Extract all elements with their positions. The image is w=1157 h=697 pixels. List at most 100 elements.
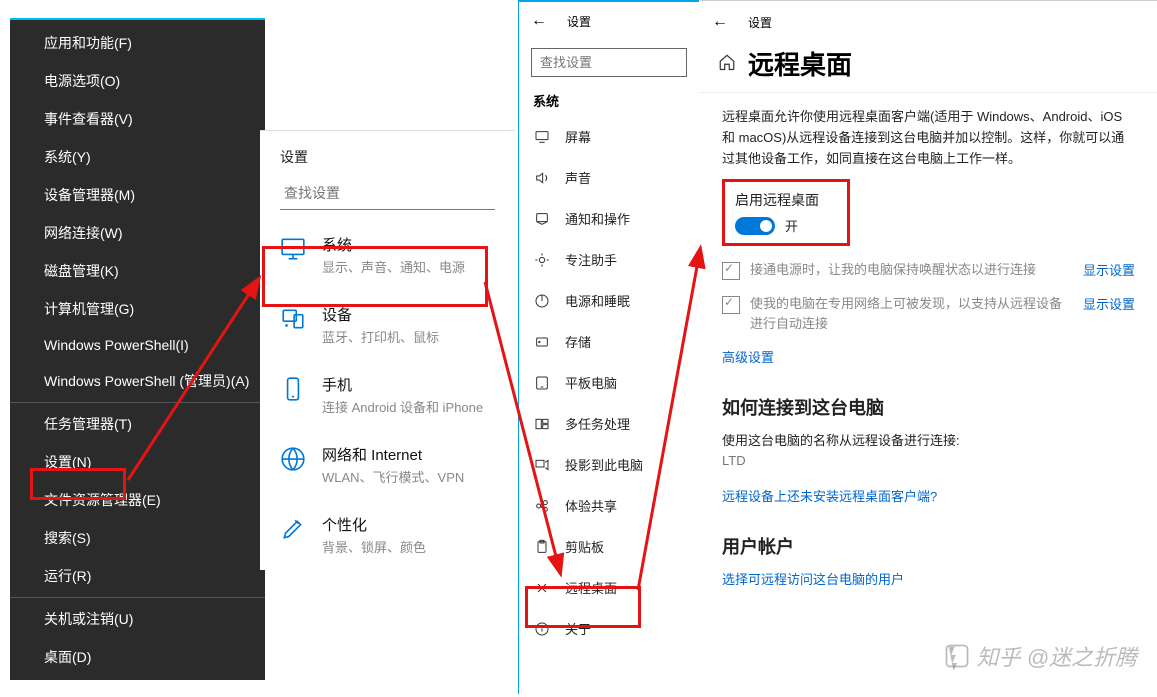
cm-search[interactable]: 搜索(S) <box>10 519 265 557</box>
cm-desktop[interactable]: 桌面(D) <box>10 638 265 676</box>
checkbox-discoverable[interactable] <box>722 296 740 314</box>
sidebar-item-power[interactable]: 电源和睡眠 <box>519 280 699 321</box>
cm-separator-2 <box>10 597 265 598</box>
rd-show-settings-link-2[interactable]: 显示设置 <box>1083 294 1135 313</box>
cm-run[interactable]: 运行(R) <box>10 557 265 595</box>
focus-icon <box>533 251 551 269</box>
back-button[interactable]: ← <box>531 12 547 30</box>
multitask-icon <box>533 415 551 433</box>
rd-how-connect-title: 如何连接到这台电脑 <box>722 394 1135 420</box>
rd-enable-toggle[interactable]: 开 <box>735 216 819 235</box>
sidebar-item-label: 电源和睡眠 <box>565 291 630 310</box>
sidebar-item-label: 多任务处理 <box>565 414 630 433</box>
rd-advanced-link[interactable]: 高级设置 <box>722 347 774 366</box>
cm-shutdown[interactable]: 关机或注销(U) <box>10 600 265 638</box>
sidebar-item-tablet[interactable]: 平板电脑 <box>519 362 699 403</box>
cm-system[interactable]: 系统(Y) <box>10 138 265 176</box>
sidebar-item-clipboard[interactable]: 剪贴板 <box>519 526 699 567</box>
cm-powershell-admin[interactable]: Windows PowerShell (管理员)(A) <box>10 362 265 400</box>
sidebar-item-remote[interactable]: 远程桌面 <box>519 567 699 608</box>
cm-network-connections[interactable]: 网络连接(W) <box>10 214 265 252</box>
sidebar-item-label: 剪贴板 <box>565 537 604 556</box>
winx-context-menu: 应用和功能(F) 电源选项(O) 事件查看器(V) 系统(Y) 设备管理器(M)… <box>10 18 265 680</box>
sidebar-item-project[interactable]: 投影到此电脑 <box>519 444 699 485</box>
phone-icon <box>280 376 306 402</box>
category-personalization-title: 个性化 <box>322 514 426 535</box>
notify-icon <box>533 210 551 228</box>
tablet-icon <box>533 374 551 392</box>
category-system[interactable]: 系统 显示、声音、通知、电源 <box>260 220 515 290</box>
category-phone[interactable]: 手机 连接 Android 设备和 iPhone <box>260 360 515 430</box>
cm-disk-management[interactable]: 磁盘管理(K) <box>10 252 265 290</box>
rd-discoverable-row: 使我的电脑在专用网络上可被发现，以支持从远程设备进行自动连接 显示设置 <box>722 294 1135 333</box>
sidebar-item-label: 通知和操作 <box>565 209 630 228</box>
rd-body: 远程桌面允许你使用远程桌面客户端(适用于 Windows、Android、iOS… <box>700 93 1157 602</box>
cm-powershell[interactable]: Windows PowerShell(I) <box>10 328 265 362</box>
sidebar-item-multitask[interactable]: 多任务处理 <box>519 403 699 444</box>
checkbox-keep-awake[interactable] <box>722 262 740 280</box>
settings-search-wrap <box>280 177 495 210</box>
category-system-subtitle: 显示、声音、通知、电源 <box>322 257 465 276</box>
category-devices-subtitle: 蓝牙、打印机、鼠标 <box>322 327 439 346</box>
category-devices-title: 设备 <box>322 304 439 325</box>
globe-icon <box>280 446 306 472</box>
sidebar-item-label: 投影到此电脑 <box>565 455 643 474</box>
rd-pc-name: LTD <box>722 453 1135 468</box>
sidebar-item-display[interactable]: 屏幕 <box>519 116 699 157</box>
category-devices[interactable]: 设备 蓝牙、打印机、鼠标 <box>260 290 515 360</box>
cm-apps-features[interactable]: 应用和功能(F) <box>10 24 265 62</box>
category-phone-subtitle: 连接 Android 设备和 iPhone <box>322 397 483 416</box>
rd-user-account-title: 用户帐户 <box>722 533 1135 559</box>
sidebar-item-storage[interactable]: 存储 <box>519 321 699 362</box>
storage-icon <box>533 333 551 351</box>
system-search-input[interactable] <box>531 48 687 77</box>
watermark-text: 知乎 @迷之折腾 <box>977 640 1137 672</box>
settings-home-title: 设置 <box>280 147 515 167</box>
sidebar-item-label: 存储 <box>565 332 591 351</box>
cm-device-manager[interactable]: 设备管理器(M) <box>10 176 265 214</box>
rd-user-account-link[interactable]: 选择可远程访问这台电脑的用户 <box>722 569 904 588</box>
rd-toggle-state: 开 <box>785 216 798 235</box>
system-sidebar-panel: ← 设置 系统 屏幕声音通知和操作专注助手电源和睡眠存储平板电脑多任务处理投影到… <box>518 0 699 694</box>
category-personalization[interactable]: 个性化 背景、锁屏、颜色 <box>260 500 515 570</box>
cm-event-viewer[interactable]: 事件查看器(V) <box>10 100 265 138</box>
sidebar-item-label: 平板电脑 <box>565 373 617 392</box>
toggle-switch-icon <box>735 217 775 235</box>
cm-separator <box>10 402 265 403</box>
cm-computer-management[interactable]: 计算机管理(G) <box>10 290 265 328</box>
monitor-icon <box>280 236 306 262</box>
rd-description: 远程桌面允许你使用远程桌面客户端(适用于 Windows、Android、iOS… <box>722 107 1135 169</box>
rd-show-settings-link-1[interactable]: 显示设置 <box>1083 260 1135 279</box>
cm-settings[interactable]: 设置(N) <box>10 443 265 481</box>
project-icon <box>533 456 551 474</box>
category-system-title: 系统 <box>322 234 465 255</box>
power-icon <box>533 292 551 310</box>
system-sidebar-title: 设置 <box>567 13 591 30</box>
sidebar-item-label: 体验共享 <box>565 496 617 515</box>
rd-discoverable-text: 使我的电脑在专用网络上可被发现，以支持从远程设备进行自动连接 <box>750 294 1071 333</box>
settings-search-input[interactable] <box>280 177 495 210</box>
sidebar-item-label: 远程桌面 <box>565 578 617 597</box>
rd-header-title: 设置 <box>748 14 772 31</box>
rd-back-button[interactable]: ← <box>712 13 728 31</box>
system-group-title: 系统 <box>533 91 699 110</box>
shared-icon <box>533 497 551 515</box>
sound-icon <box>533 169 551 187</box>
rd-no-client-link[interactable]: 远程设备上还未安装远程桌面客户端? <box>722 486 937 505</box>
cm-file-explorer[interactable]: 文件资源管理器(E) <box>10 481 265 519</box>
cm-power-options[interactable]: 电源选项(O) <box>10 62 265 100</box>
display-icon <box>533 128 551 146</box>
sidebar-item-focus[interactable]: 专注助手 <box>519 239 699 280</box>
system-sidebar-header: ← 设置 <box>519 2 699 40</box>
sidebar-item-shared[interactable]: 体验共享 <box>519 485 699 526</box>
devices-icon <box>280 306 306 332</box>
sidebar-item-notify[interactable]: 通知和操作 <box>519 198 699 239</box>
about-icon <box>533 620 551 638</box>
home-icon[interactable] <box>718 53 736 74</box>
sidebar-item-sound[interactable]: 声音 <box>519 157 699 198</box>
rd-keep-awake-text: 接通电源时，让我的电脑保持唤醒状态以进行连接 <box>750 260 1071 280</box>
category-network[interactable]: 网络和 Internet WLAN、飞行模式、VPN <box>260 430 515 500</box>
cm-task-manager[interactable]: 任务管理器(T) <box>10 405 265 443</box>
sidebar-item-about[interactable]: 关于 <box>519 608 699 649</box>
category-personalization-subtitle: 背景、锁屏、颜色 <box>322 537 426 556</box>
